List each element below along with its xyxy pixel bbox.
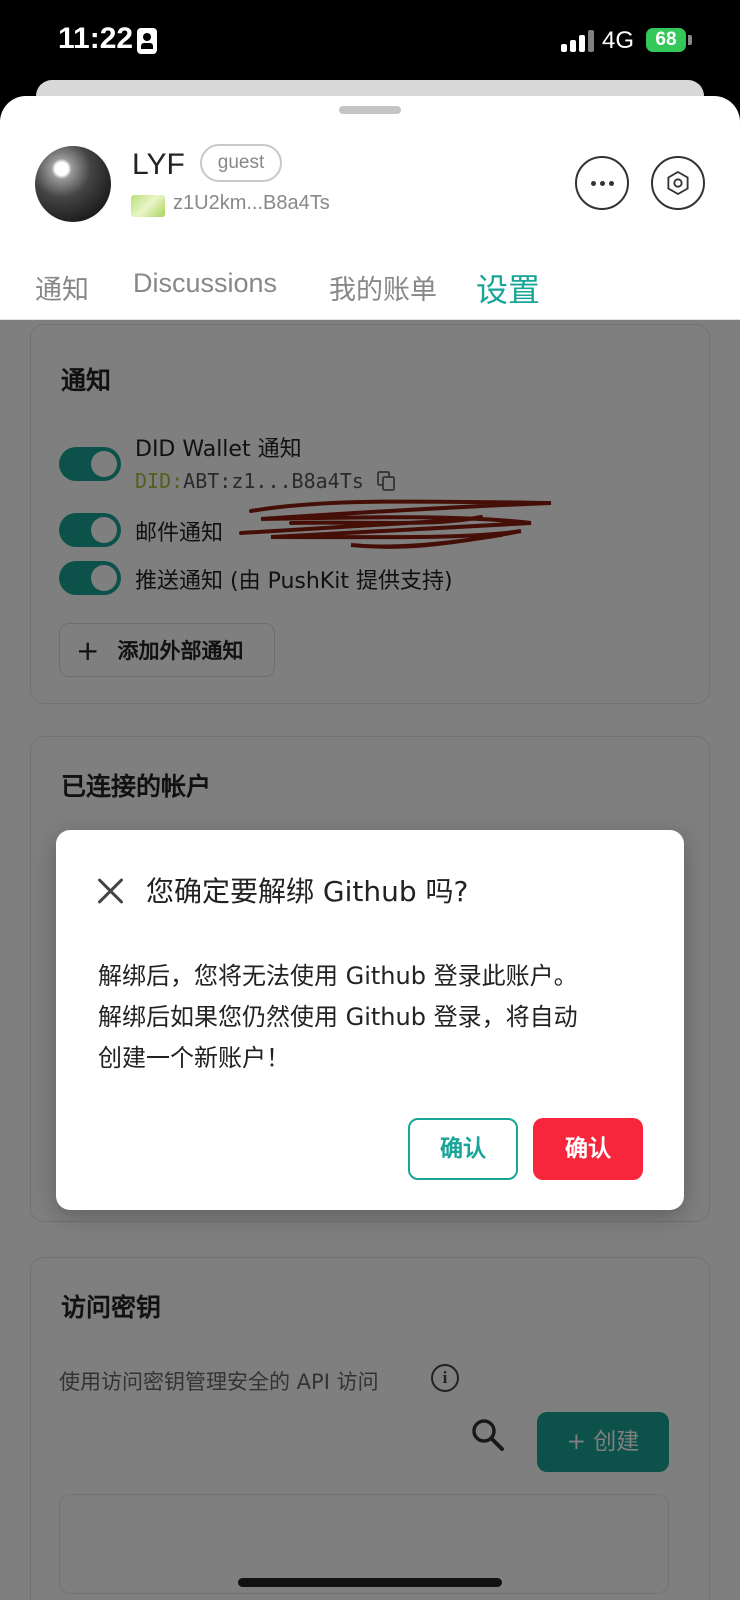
tab-discussions[interactable]: Discussions [133,268,277,299]
network-type: 4G [602,27,635,54]
tab-settings[interactable]: 设置 [476,265,540,311]
did-short[interactable]: z1U2km...B8a4Ts [173,192,330,215]
battery-tip [688,35,692,45]
dialog-body: 解绑后，您将无法使用 Github 登录此账户。 解绑后如果您仍然使用 Gith… [98,956,654,1079]
dialog-body-line: 解绑后如果您仍然使用 Github 登录，将自动 [98,1003,578,1031]
hexagon-settings-icon [667,171,689,195]
user-name: LYF [132,148,185,181]
status-bar: 11:22 4G 68 [0,0,740,82]
cancel-button[interactable]: 确认 [408,1118,518,1180]
more-dots-icon [590,180,614,186]
dialog-body-line: 创建一个新账户！ [98,1044,290,1072]
settings-button[interactable] [651,156,705,210]
close-icon[interactable] [96,876,126,906]
sheet-grabber[interactable] [339,106,401,114]
avatar[interactable] [35,146,111,222]
tab-billing[interactable]: 我的账单 [329,268,437,307]
tab-notifications[interactable]: 通知 [35,268,89,307]
role-badge: guest [200,144,282,182]
dialog-title: 您确定要解绑 Github 吗? [146,875,469,908]
battery-icon: 68 [646,28,686,52]
profile-tabs: 通知 Discussions 我的账单 设置 [0,256,740,320]
status-time: 11:22 [58,22,134,55]
contact-card-icon [137,28,157,54]
unbind-confirm-dialog: 您确定要解绑 Github 吗? 解绑后，您将无法使用 Github 登录此账户… [56,830,684,1210]
cellular-signal-icon [561,30,595,52]
confirm-unbind-button[interactable]: 确认 [533,1118,643,1180]
did-avatar-icon [131,195,165,217]
more-button[interactable] [575,156,629,210]
home-indicator[interactable] [238,1578,502,1587]
dialog-body-line: 解绑后，您将无法使用 Github 登录此账户。 [98,962,578,990]
